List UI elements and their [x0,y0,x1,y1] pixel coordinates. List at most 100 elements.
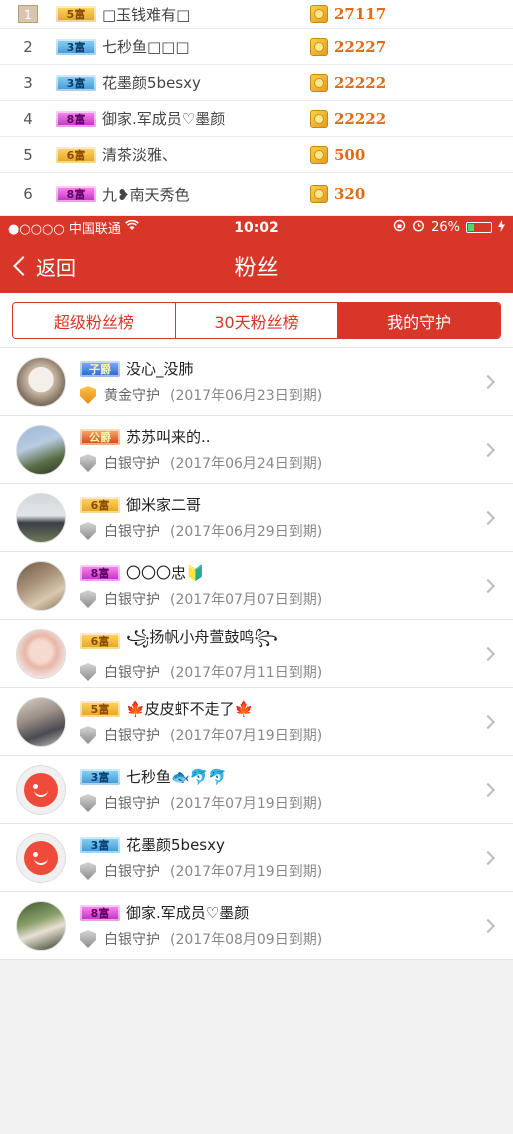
carrier-label: ●○○○○ 中国联通 [8,222,121,237]
rank-number: 6 [23,185,33,203]
rank-number: 2 [23,37,33,56]
guard-type: 白银守护 [104,864,160,880]
tab-30day-fans[interactable]: 30天粉丝榜 [174,303,338,338]
status-bar: ●○○○○ 中国联通 10:02 26% [0,216,513,239]
status-left: ●○○○○ 中国联通 [8,218,139,237]
rank-badge: 子爵 [80,360,120,377]
ranking-name: 清茶淡雅、 [102,146,178,164]
score-value: 27117 [334,5,387,23]
coin-icon [310,109,328,128]
guard-expire: (2017年07月19日到期) [170,864,323,880]
avatar [16,900,66,951]
silver-shield-icon [80,454,96,472]
guard-row[interactable]: 6富 御米家二哥 白银守护 (2017年06月29日到期) [0,484,513,552]
guard-list: 子爵 没心_没肺 黄金守护 (2017年06月23日到期) 公爵 苏苏叫来的.. 白银… [0,348,513,960]
rank-badge: 5富 [80,700,120,717]
ranking-name: 九❥南天秀色 [102,185,190,204]
battery-icon [466,222,492,233]
rank-badge: 公爵 [80,428,120,445]
ranking-row[interactable]: 1 5富 □玉钱难有□ 27117 [0,0,513,29]
tab-my-guard[interactable]: 我的守护 [337,303,500,338]
rank-badge: 8富 [80,904,120,921]
wealth-badge: 3富 [56,38,96,55]
guard-expire: (2017年07月19日到期) [170,728,323,744]
guard-type: 白银守护 [104,932,160,948]
silver-shield-icon [80,862,96,880]
avatar [16,696,66,747]
rank-badge: 3富 [80,768,120,785]
guard-info: 5富 🍁皮皮虾不走了🍁 白银守护 (2017年07月19日到期) [80,698,513,745]
back-button[interactable]: 返回 [0,252,76,281]
coin-icon [310,145,328,164]
default-avatar-icon [24,772,58,807]
nav-bar: 返回 粉丝 [0,239,513,293]
guard-row[interactable]: 8富 〇〇〇忠🔰 白银守护 (2017年07月07日到期) [0,552,513,620]
battery-percent: 26% [431,220,460,235]
guard-info: 6富 御米家二哥 白银守护 (2017年06月29日到期) [80,494,513,541]
guard-row[interactable]: 5富 🍁皮皮虾不走了🍁 白银守护 (2017年07月19日到期) [0,688,513,756]
rank-number: 3 [23,73,33,92]
page-title: 粉丝 [234,256,279,281]
guard-name: 苏苏叫来的.. [126,428,211,446]
ranking-row[interactable]: 4 8富 御家.军成员♡墨颜 22222 [0,101,513,137]
guard-name: 没心_没肺 [126,360,194,378]
ranking-row[interactable]: 5 6富 清茶淡雅、 500 [0,137,513,173]
avatar [16,492,66,543]
ranking-score: 500 [310,145,365,164]
guard-row[interactable]: 3富 花墨颜5besxy 白银守护 (2017年07月19日到期) [0,824,513,892]
ranking-name: 御家.军成员♡墨颜 [102,110,226,128]
guard-info: 3富 七秒鱼🐟🐬🐬 白银守护 (2017年07月19日到期) [80,766,513,813]
avatar [16,560,66,611]
ranking-row[interactable]: 3 3富 花墨颜5besxy 22222 [0,65,513,101]
guard-name: 花墨颜5besxy [126,836,225,854]
guard-type: 白银守护 [104,592,160,608]
avatar [16,628,66,679]
wealth-badge: 3富 [56,74,96,91]
guard-row[interactable]: 6富 ꧁扬帆小舟萱鼓鸣꧂ 白银守护 (2017年07月11日到期) [0,620,513,688]
ranking-row[interactable]: 2 3富 七秒鱼□□□ 22227 [0,29,513,65]
avatar [16,764,66,815]
wealth-badge: 8富 [56,186,96,202]
rank-number: 4 [23,109,33,128]
rank-badge: 3富 [80,836,120,853]
guard-row[interactable]: 8富 御家.军成员♡墨颜 白银守护 (2017年08月09日到期) [0,892,513,960]
tabs-container: 超级粉丝榜 30天粉丝榜 我的守护 [0,293,513,348]
avatar [16,356,66,407]
guard-info: 8富 御家.军成员♡墨颜 白银守护 (2017年08月09日到期) [80,902,513,949]
guard-info: 子爵 没心_没肺 黄金守护 (2017年06月23日到期) [80,358,513,405]
wealth-badge: 5富 [56,6,96,22]
guard-info: 8富 〇〇〇忠🔰 白银守护 (2017年07月07日到期) [80,562,513,609]
wifi-icon [124,219,139,235]
rank-badge: 6富 [80,496,120,513]
rank-badge: 6富 [80,632,120,649]
guard-info: 3富 花墨颜5besxy 白银守护 (2017年07月19日到期) [80,834,513,881]
ranking-name: 七秒鱼□□□ [102,38,190,56]
guard-name: 七秒鱼🐟🐬🐬 [126,768,228,786]
default-avatar-icon [24,840,58,875]
segmented-tabs: 超级粉丝榜 30天粉丝榜 我的守护 [12,302,501,339]
guard-expire: (2017年06月23日到期) [170,388,323,404]
guard-info: 公爵 苏苏叫来的.. 白银守护 (2017年06月24日到期) [80,426,513,473]
score-value: 22222 [334,109,387,128]
wealth-badge: 6富 [56,146,96,163]
guard-row[interactable]: 子爵 没心_没肺 黄金守护 (2017年06月23日到期) [0,348,513,416]
ranking-name: 花墨颜5besxy [102,74,201,92]
tab-super-fans[interactable]: 超级粉丝榜 [13,303,175,338]
ranking-score: 22222 [310,109,387,128]
silver-shield-icon [80,590,96,608]
guard-name: ꧁扬帆小舟萱鼓鸣꧂ [126,628,278,646]
ranking-name: □玉钱难有□ [102,5,191,24]
guard-type: 白银守护 [104,796,160,812]
score-value: 22222 [334,73,387,92]
coin-icon [310,37,328,56]
ranking-row[interactable]: 6 8富 九❥南天秀色 320 [0,173,513,216]
ranking-list: 1 5富 □玉钱难有□ 27117 2 3富 七秒鱼□□□ 22227 3 3富… [0,0,513,216]
guard-name: 〇〇〇忠🔰 [126,564,205,582]
alarm-icon [412,219,425,236]
silver-shield-icon [80,794,96,812]
guard-expire: (2017年06月29日到期) [170,524,323,540]
guard-row[interactable]: 公爵 苏苏叫来的.. 白银守护 (2017年06月24日到期) [0,416,513,484]
silver-shield-icon [80,522,96,540]
guard-row[interactable]: 3富 七秒鱼🐟🐬🐬 白银守护 (2017年07月19日到期) [0,756,513,824]
rank-badge: 8富 [80,564,120,581]
